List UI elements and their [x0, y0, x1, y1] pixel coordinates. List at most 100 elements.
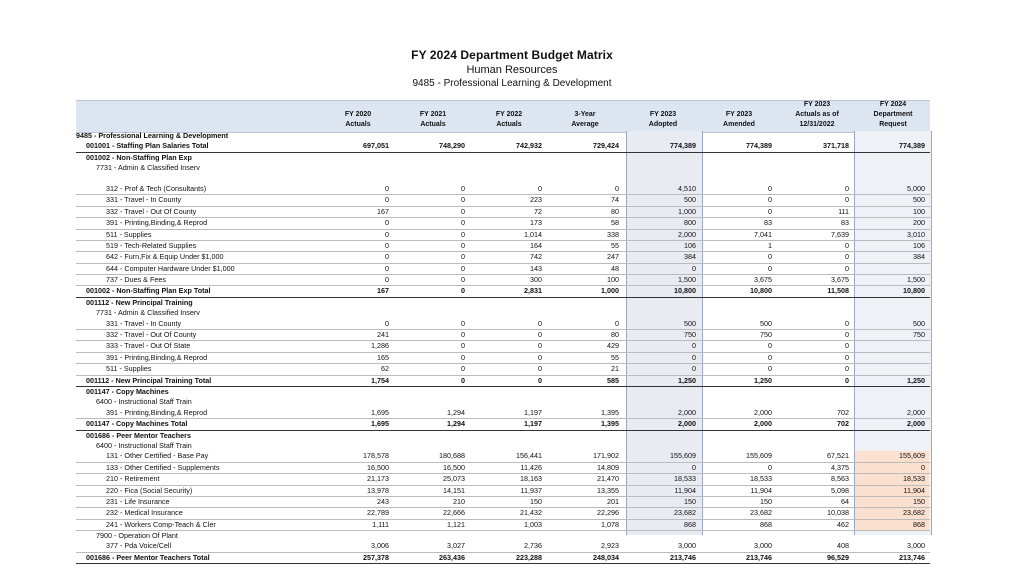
cell-value: 384 — [684, 252, 696, 262]
cell-value: 11,426 — [520, 462, 542, 472]
cell-value: 1,000 — [601, 286, 619, 296]
row-label: 231 - Life Insurance — [106, 496, 170, 506]
cell-value: 48 — [611, 263, 619, 273]
cell-value: 1,395 — [601, 407, 619, 417]
cell-value: 247 — [607, 252, 619, 262]
cell-value: 0 — [768, 183, 772, 193]
table-row: 131 - Other Certified - Base Pay 178,578 1… — [76, 451, 930, 463]
column-header-line: Average — [571, 121, 599, 128]
cell-value: 0 — [461, 195, 465, 205]
cell-value: 1,754 — [371, 375, 389, 385]
cell-value: 1,000 — [678, 206, 696, 216]
cell-value: 0 — [845, 341, 849, 351]
cell-value: 243 — [377, 496, 389, 506]
column-header-line: FY 2020 — [344, 111, 372, 118]
cell-value: 1 — [768, 240, 772, 250]
column-header-line: Request — [879, 121, 907, 128]
budget-table-body: 9485 - Professional Learning & Developme… — [76, 131, 930, 565]
section-header-row: 001112 - New Principal Training — [76, 298, 930, 308]
row-label: 391 - Printing,Binding,& Reprod — [106, 218, 208, 228]
total-row: 001686 - Peer Mentor Teachers Total 257,3… — [76, 552, 930, 565]
cell-value: 96,529 — [827, 552, 849, 562]
cell-value: 150 — [855, 496, 929, 508]
cell-value: 2,000 — [754, 407, 772, 417]
row-label: 391 - Printing,Binding,& Reprod — [106, 352, 208, 362]
table-row: 511 - Supplies 0 0 1,014 338 2,000 7,041 7,639 3… — [76, 230, 930, 241]
row-label: 332 - Travel - Out Of County — [106, 206, 197, 216]
cell-value: 263,436 — [439, 552, 465, 562]
cell-value: 72 — [534, 206, 542, 216]
cell-value: 0 — [768, 341, 772, 351]
cell-value: 100 — [913, 206, 925, 216]
row-label: 737 - Dues & Fees — [106, 275, 166, 285]
cell-value: 3,006 — [371, 541, 389, 551]
cell-value: 13,355 — [597, 485, 619, 495]
table-row: 6400 - Instructional Staff Train — [76, 441, 930, 451]
cell-value: 0 — [461, 286, 465, 296]
cell-value: 0 — [385, 263, 389, 273]
cell-value: 0 — [461, 229, 465, 239]
cell-value: 200 — [913, 218, 925, 228]
cell-value: 1,286 — [371, 341, 389, 351]
row-label: 7900 - Operation Of Plant — [96, 531, 178, 541]
cell-value: 11,937 — [520, 485, 542, 495]
cell-value: 2,000 — [678, 419, 696, 429]
table-row: 6400 - Instructional Staff Train — [76, 397, 930, 407]
cell-value: 1,111 — [372, 519, 389, 529]
row-label: 644 - Computer Hardware Under $1,000 — [106, 263, 235, 273]
cell-value: 3,010 — [907, 229, 925, 239]
cell-value: 0 — [385, 183, 389, 193]
cell-value: 742 — [530, 252, 542, 262]
cell-value: 74 — [611, 195, 619, 205]
row-label: 6400 - Instructional Staff Train — [96, 440, 192, 450]
cell-value: 0 — [845, 330, 849, 340]
cell-value: 750 — [684, 330, 696, 340]
cell-value: 25,073 — [443, 474, 465, 484]
table-row: 331 - Travel - In County 0 0 0 0 500 500 0 500 — [76, 319, 930, 331]
cell-value: 22,666 — [443, 508, 465, 518]
row-label: 001686 - Peer Mentor Teachers Total — [86, 552, 210, 562]
cell-value: 18,533 — [674, 474, 696, 484]
cell-value: 0 — [692, 352, 696, 362]
cell-value: 64 — [841, 496, 849, 506]
cell-value: 0 — [692, 462, 696, 472]
cell-value: 1,695 — [371, 419, 389, 429]
cell-value: 0 — [538, 341, 542, 351]
cell-value: 0 — [845, 352, 849, 362]
section-header-row: 001147 - Copy Machines — [76, 387, 930, 397]
cell-value: 223,288 — [516, 552, 542, 562]
column-header: FY 2020 Actuals — [322, 101, 394, 132]
column-header: FY 2022 Actuals — [473, 101, 545, 132]
cell-value: 702 — [837, 407, 849, 417]
row-label: 001112 - New Principal Training — [86, 297, 193, 307]
cell-value: 0 — [461, 364, 465, 374]
cell-value: 14,809 — [597, 462, 619, 472]
cell-value: 210 — [453, 496, 465, 506]
cell-value: 1,250 — [907, 375, 925, 385]
cell-value: 0 — [692, 364, 696, 374]
cell-value: 67,521 — [827, 451, 849, 461]
table-row: 7731 - Admin & Classified Inserv — [76, 163, 930, 173]
cell-value: 213,746 — [899, 552, 925, 562]
cell-value: 0 — [538, 352, 542, 362]
cell-value: 800 — [684, 218, 696, 228]
cell-value: 22,789 — [367, 508, 389, 518]
cell-value: 408 — [837, 541, 849, 551]
row-label: 642 - Furn,Fix & Equip Under $1,000 — [106, 252, 224, 262]
report-titles: FY 2024 Department Budget Matrix Human R… — [0, 48, 1024, 90]
cell-value: 697,051 — [363, 141, 389, 151]
cell-value: 143 — [530, 263, 542, 273]
cell-value: 10,800 — [674, 286, 696, 296]
cell-value: 2,000 — [754, 419, 772, 429]
cell-value: 257,378 — [363, 552, 389, 562]
cell-value: 0 — [845, 263, 849, 273]
cell-value: 111 — [838, 206, 849, 216]
cell-value: 1,695 — [371, 407, 389, 417]
table-row: 391 - Printing,Binding,& Reprod 0 0 173 58 80… — [76, 218, 930, 230]
table-row: 7731 - Admin & Classified Inserv — [76, 308, 930, 318]
table-row: 391 - Printing,Binding,& Reprod 1,695 1,29… — [76, 407, 930, 420]
cell-value: 0 — [461, 206, 465, 216]
cell-value: 201 — [607, 496, 619, 506]
cell-value: 0 — [538, 375, 542, 385]
table-row: 737 - Dues & Fees 0 0 300 100 1,500 3,675 3,675… — [76, 275, 930, 287]
